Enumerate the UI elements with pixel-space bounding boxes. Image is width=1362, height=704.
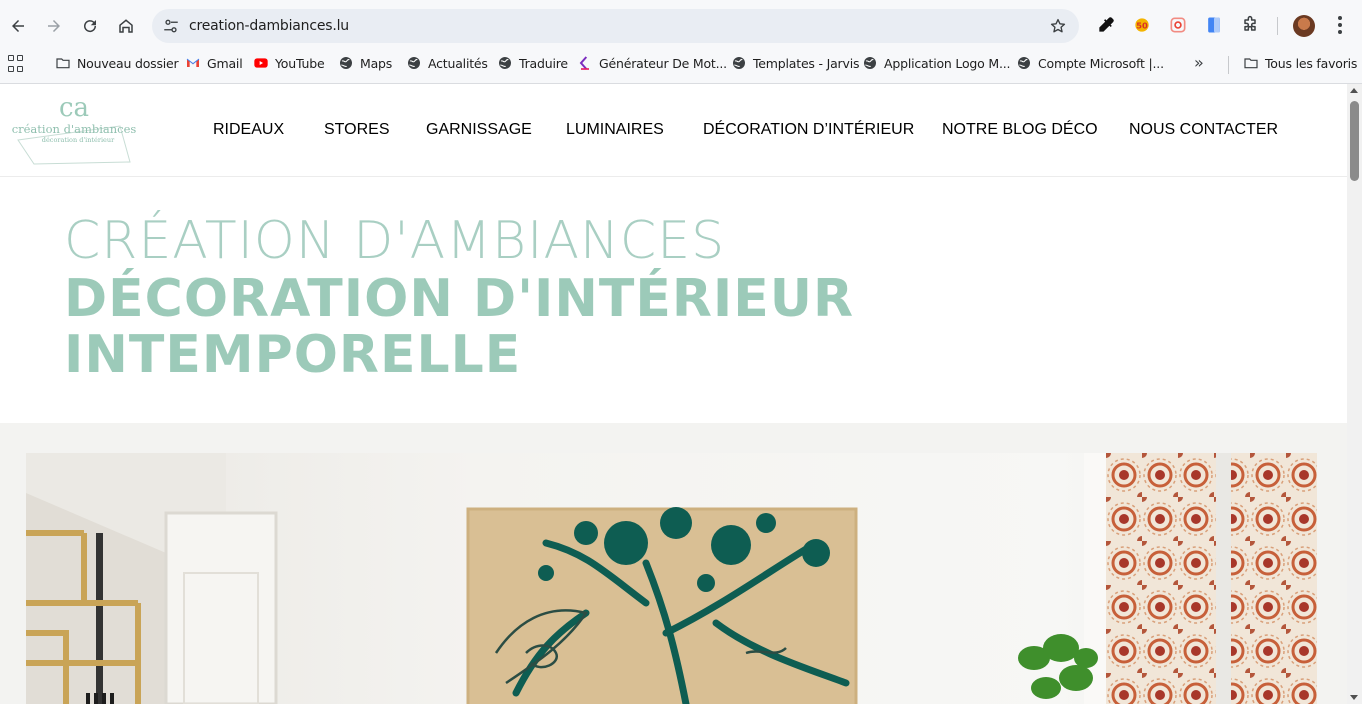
globe-icon bbox=[862, 55, 878, 71]
page-viewport: ca création d'ambiances décoration d'int… bbox=[0, 84, 1347, 704]
translate-extension-icon[interactable] bbox=[1203, 14, 1225, 36]
bookmark-actualites[interactable]: Actualités bbox=[406, 51, 488, 75]
folder-icon bbox=[1243, 55, 1259, 71]
page-scrollbar[interactable] bbox=[1347, 84, 1362, 704]
menu-item-garnissage[interactable]: GARNISSAGE bbox=[426, 121, 532, 139]
address-bar[interactable]: creation-dambiances.lu bbox=[152, 9, 1079, 43]
menu-item-luminaires[interactable]: LUMINAIRES bbox=[566, 121, 664, 139]
browser-toolbar: creation-dambiances.lu 50 bbox=[0, 0, 1362, 50]
gmail-icon bbox=[185, 55, 201, 71]
screenshot-extension-icon[interactable] bbox=[1167, 14, 1189, 36]
hero-section: CRÉATION D'AMBIANCES DÉCORATION D'INTÉRI… bbox=[0, 177, 1347, 423]
hero-title-line-3: INTEMPORELLE bbox=[64, 325, 522, 385]
logo-tagline: décoration d'intérieur bbox=[42, 136, 115, 144]
bookmark-traduire[interactable]: Traduire bbox=[497, 51, 568, 75]
site-logo[interactable]: ca création d'ambiances décoration d'int… bbox=[12, 92, 142, 166]
youtube-icon bbox=[253, 55, 269, 71]
reload-icon bbox=[84, 20, 97, 33]
bookmark-youtube[interactable]: YouTube bbox=[253, 51, 325, 75]
hero-title-line-1: CRÉATION D'AMBIANCES bbox=[64, 211, 726, 271]
globe-icon bbox=[338, 55, 354, 71]
logo-name: création d'ambiances bbox=[12, 122, 136, 136]
bookmark-compte-microsoft[interactable]: Compte Microsoft |... bbox=[1016, 51, 1164, 75]
seo-extension-icon[interactable]: 50 bbox=[1131, 14, 1153, 36]
apps-grid-icon[interactable] bbox=[8, 55, 26, 73]
scroll-up-arrow-icon[interactable] bbox=[1350, 88, 1358, 93]
globe-icon bbox=[497, 55, 513, 71]
interior-illustration bbox=[26, 453, 1317, 704]
bookmark-gmail[interactable]: Gmail bbox=[185, 51, 243, 75]
home-icon bbox=[119, 19, 133, 33]
url-text[interactable]: creation-dambiances.lu bbox=[189, 18, 349, 34]
bookmark-star-icon[interactable] bbox=[1049, 17, 1067, 35]
profile-avatar[interactable] bbox=[1293, 15, 1315, 37]
extensions-puzzle-icon[interactable] bbox=[1239, 14, 1261, 36]
eyedropper-extension-icon[interactable] bbox=[1095, 14, 1117, 36]
browser-menu-icon[interactable] bbox=[1330, 14, 1350, 36]
globe-icon bbox=[406, 55, 422, 71]
bookmark-generateur[interactable]: Générateur De Mot... bbox=[577, 51, 727, 75]
folder-icon bbox=[55, 55, 71, 71]
more-bookmarks-button[interactable]: » bbox=[1194, 53, 1214, 73]
bookmark-templates-jarvis[interactable]: Templates - Jarvis bbox=[731, 51, 859, 75]
bookmark-application-logo[interactable]: Application Logo M... bbox=[862, 51, 1010, 75]
globe-icon bbox=[1016, 55, 1032, 71]
toolbar-separator bbox=[1277, 17, 1278, 35]
scroll-thumb[interactable] bbox=[1350, 101, 1359, 181]
menu-item-blog-deco[interactable]: NOTRE BLOG DÉCO bbox=[942, 121, 1098, 139]
hero-interior-photo bbox=[26, 453, 1317, 704]
hero-title-line-2: DÉCORATION D'INTÉRIEUR bbox=[64, 269, 855, 329]
menu-item-contact[interactable]: NOUS CONTACTER bbox=[1129, 121, 1278, 139]
forward-button[interactable] bbox=[39, 11, 69, 41]
menu-item-stores[interactable]: STORES bbox=[324, 121, 390, 139]
reload-button[interactable] bbox=[75, 11, 105, 41]
arrow-left-icon bbox=[12, 20, 24, 32]
site-info-icon[interactable] bbox=[162, 17, 180, 35]
all-bookmarks-folder[interactable]: Tous les favoris bbox=[1243, 51, 1357, 75]
globe-icon bbox=[731, 55, 747, 71]
svg-text:50: 50 bbox=[1136, 20, 1148, 30]
scroll-down-arrow-icon[interactable] bbox=[1350, 695, 1358, 700]
menu-item-rideaux[interactable]: RIDEAUX bbox=[213, 121, 284, 139]
back-button[interactable] bbox=[3, 11, 33, 41]
menu-item-decoration-interieur[interactable]: DÉCORATION D’INTÉRIEUR bbox=[703, 121, 914, 139]
arrow-right-icon bbox=[48, 20, 60, 32]
site-header: ca création d'ambiances décoration d'int… bbox=[0, 84, 1347, 177]
bookmark-nouveau-dossier[interactable]: Nouveau dossier bbox=[55, 51, 179, 75]
bookmarks-separator bbox=[1228, 56, 1229, 74]
k-logo-icon bbox=[577, 55, 593, 71]
bookmark-maps[interactable]: Maps bbox=[338, 51, 392, 75]
logo-monogram: ca bbox=[59, 93, 89, 123]
home-button[interactable] bbox=[111, 11, 141, 41]
